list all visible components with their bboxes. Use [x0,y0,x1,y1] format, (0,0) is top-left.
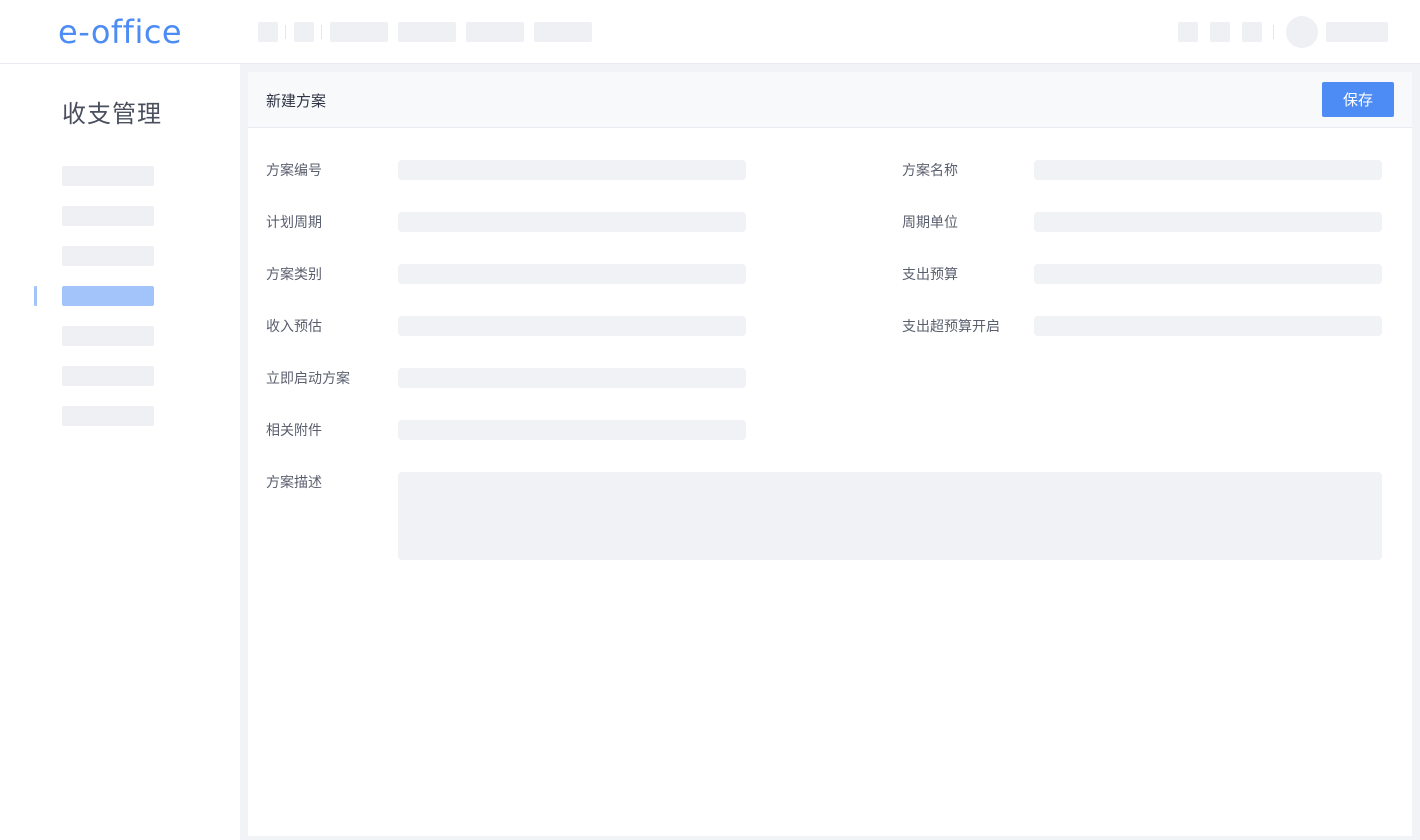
field-label-plan-name: 方案名称 [902,163,958,179]
field-label-period-unit: 周期单位 [902,215,958,231]
field-label-income-estimate: 收入预估 [266,319,322,335]
sidebar: 收支管理 [0,64,240,840]
sidebar-item[interactable] [62,206,154,226]
sidebar-item[interactable] [62,246,154,266]
nav-tab-placeholder[interactable] [330,22,388,42]
attachments-input[interactable] [398,420,746,440]
expense-budget-input[interactable] [1034,264,1382,284]
field-label-attachments: 相关附件 [266,423,322,439]
toolbar-icon-placeholder[interactable] [258,22,278,42]
save-button[interactable]: 保存 [1322,82,1394,117]
plan-period-input[interactable] [398,212,746,232]
logo[interactable]: e-office [58,12,182,52]
toolbar-icon-placeholder[interactable] [294,22,314,42]
income-estimate-input[interactable] [398,316,746,336]
field-label-start-now: 立即启动方案 [266,371,350,387]
sidebar-item[interactable] [62,406,154,426]
start-now-input[interactable] [398,368,746,388]
field-label-plan-period: 计划周期 [266,215,322,231]
header-icon-placeholder[interactable] [1210,22,1230,42]
divider [285,25,286,39]
sidebar-title: 收支管理 [62,100,162,128]
sidebar-item[interactable] [62,366,154,386]
avatar[interactable] [1286,16,1318,48]
field-label-description: 方案描述 [266,475,322,491]
form-panel: 新建方案 保存 方案编号 计划周期 方案类别 收入预估 立即启动方案 相关附件 … [248,72,1412,836]
nav-tab-placeholder[interactable] [534,22,592,42]
sidebar-active-marker [34,286,37,306]
sidebar-item-active[interactable] [62,286,154,306]
header-icon-placeholder[interactable] [1242,22,1262,42]
panel-title: 新建方案 [266,92,327,110]
user-name-placeholder[interactable] [1326,22,1388,42]
field-label-plan-number: 方案编号 [266,163,322,179]
sidebar-item[interactable] [62,166,154,186]
sidebar-item[interactable] [62,326,154,346]
over-budget-input[interactable] [1034,316,1382,336]
header-icon-placeholder[interactable] [1178,22,1198,42]
divider [321,25,322,39]
top-bar: e-office [0,0,1420,64]
nav-tab-placeholder[interactable] [466,22,524,42]
field-label-expense-budget: 支出预算 [902,267,958,283]
plan-name-input[interactable] [1034,160,1382,180]
divider [1273,25,1274,39]
scrollbar-track[interactable] [1412,800,1420,840]
period-unit-input[interactable] [1034,212,1382,232]
field-label-plan-category: 方案类别 [266,267,322,283]
plan-number-input[interactable] [398,160,746,180]
panel-header: 新建方案 保存 [248,72,1412,128]
nav-tab-placeholder[interactable] [398,22,456,42]
description-textarea[interactable] [398,472,1382,560]
plan-category-input[interactable] [398,264,746,284]
field-label-over-budget: 支出超预算开启 [902,319,1000,335]
